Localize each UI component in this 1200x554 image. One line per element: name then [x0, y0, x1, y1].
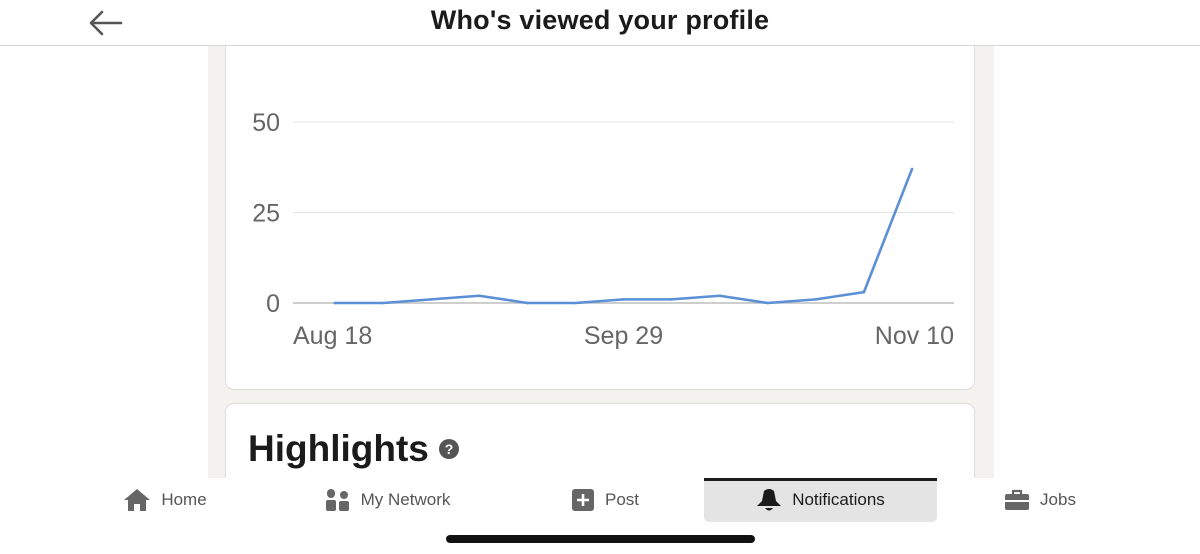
nav-jobs[interactable]: Jobs — [990, 478, 1090, 522]
profile-views-chart-card: 0 25 50 Aug 18 Sep 29 Nov 10 — [225, 46, 975, 390]
nav-home-label: Home — [161, 490, 207, 509]
data-point — [333, 301, 337, 305]
nav-post[interactable]: Post — [555, 478, 655, 522]
plus-square-icon — [571, 488, 595, 512]
briefcase-icon — [1004, 488, 1030, 512]
profile-views-chart: 0 25 50 Aug 18 Sep 29 Nov 10 — [252, 109, 954, 350]
app-screen: Who's viewed your profile 0 25 50 Aug 18 Sep… — [0, 0, 1200, 554]
nav-my-network[interactable]: My Network — [310, 478, 465, 522]
nav-jobs-label: Jobs — [1040, 490, 1076, 509]
highlights-title: Highlights — [248, 428, 429, 469]
data-point — [814, 298, 818, 301]
highlights-card: Highlights ? — [225, 403, 975, 478]
series-line — [333, 167, 914, 305]
data-point — [526, 301, 529, 305]
nav-my-network-label: My Network — [360, 490, 451, 509]
data-point — [429, 298, 433, 301]
data-point — [718, 294, 721, 298]
data-point — [477, 294, 481, 298]
y-tick-label: 50 — [252, 109, 280, 137]
data-point — [622, 298, 625, 301]
question-circle-icon[interactable]: ? — [439, 439, 459, 459]
nav-notifications[interactable]: Notifications — [704, 478, 937, 522]
y-tick-label: 25 — [252, 200, 280, 228]
data-point — [670, 298, 673, 301]
nav-home[interactable]: Home — [110, 478, 220, 522]
data-point — [910, 167, 914, 171]
bell-icon — [756, 487, 782, 513]
page-title: Who's viewed your profile — [430, 5, 770, 35]
nav-notifications-label: Notifications — [792, 490, 885, 509]
x-tick-label: Aug 18 — [293, 322, 372, 350]
network-icon — [325, 487, 351, 513]
home-indicator-bar — [446, 535, 755, 543]
home-icon — [123, 488, 151, 512]
bottom-nav: Home My Network Post Notifications Jobs — [0, 478, 1200, 554]
data-point — [766, 301, 770, 305]
x-tick-label: Nov 10 — [875, 322, 954, 350]
data-point — [381, 301, 385, 305]
y-tick-label: 0 — [266, 290, 280, 318]
x-tick-label: Sep 29 — [584, 322, 663, 350]
content-area: 0 25 50 Aug 18 Sep 29 Nov 10 Highlights ? — [208, 46, 994, 478]
data-point — [574, 301, 577, 305]
nav-post-label: Post — [604, 490, 640, 509]
data-point — [862, 290, 866, 294]
top-bar: Who's viewed your profile — [0, 0, 1200, 46]
